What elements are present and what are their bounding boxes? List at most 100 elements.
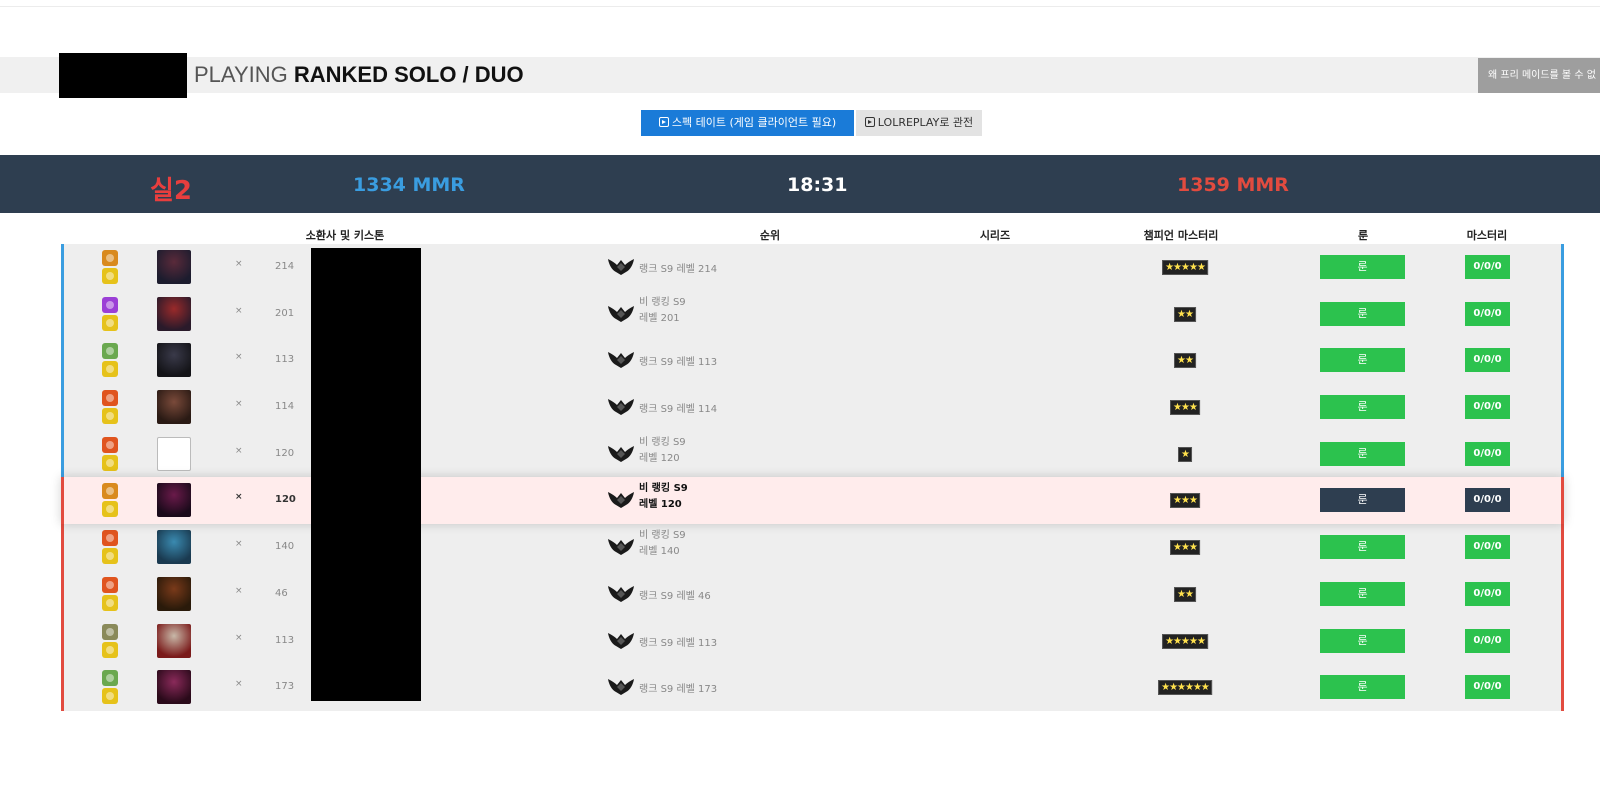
rank-info: 비 랭킹 S9 레벨 201 [639,295,686,327]
runes-button[interactable]: 룬 [1320,395,1405,420]
summoner-level: 113 [275,354,295,366]
runes-button[interactable]: 룬 [1320,441,1405,466]
masteries-button[interactable]: 0/0/0 [1465,675,1510,700]
top-divider [0,6,1600,7]
summoner-spells [102,390,118,426]
column-header-masteries: 마스터리 [1466,229,1508,242]
rank-info: 랭크 S9 레벨 113 [639,355,717,371]
column-header-champion-mastery: 챔피언 마스터리 [1143,229,1219,242]
champion-mastery-stars: ★★ [1174,586,1196,602]
rank-line-2: 레벨 120 [639,452,680,464]
keystone-placeholder-icon: × [235,679,243,690]
keystone-placeholder-icon: × [235,305,243,316]
masteries-button[interactable]: 0/0/0 [1465,488,1510,513]
runes-button[interactable]: 룬 [1320,675,1405,700]
summoner-spells [102,670,118,706]
masteries-button[interactable]: 0/0/0 [1465,255,1510,279]
summoner-spell-2-icon [102,594,118,611]
summoner-spells [102,250,118,286]
champion-mastery-stars: ★★ [1174,353,1196,369]
champion-portrait[interactable] [157,343,191,378]
summoner-spells [102,296,118,333]
rank-info: 랭크 S9 레벨 114 [639,402,717,418]
masteries-button[interactable]: 0/0/0 [1465,581,1510,606]
summoner-spell-2-icon [102,688,118,705]
unranked-emblem-icon [607,676,635,696]
summoner-level: 113 [275,634,295,646]
redacted-summoner-name [59,53,187,98]
rank-line-1: 비 랭킹 S9 [639,296,686,308]
unranked-emblem-icon [607,303,635,323]
rank-info: 비 랭킹 S9 레벨 120 [639,481,688,513]
unranked-emblem-icon [607,256,635,276]
summoner-spell-1-icon [102,250,118,266]
unranked-emblem-icon [607,583,635,603]
masteries-button[interactable]: 0/0/0 [1465,535,1510,560]
masteries-button[interactable]: 0/0/0 [1465,628,1510,653]
player-row: × 140 비 랭킹 S9 레벨 140 ★★★ 룬 0/0/0 [61,524,1564,571]
rank-line-2: 레벨 201 [639,312,680,324]
redacted-player-names [311,248,421,701]
summoner-level: 140 [275,541,295,553]
masteries-button[interactable]: 0/0/0 [1465,395,1510,420]
keystone-placeholder-icon: × [235,492,243,503]
rank-info: 비 랭킹 S9 레벨 140 [639,528,686,560]
summoner-spell-2-icon [102,501,118,518]
player-row: × 201 비 랭킹 S9 레벨 201 ★★ 룬 0/0/0 [61,290,1564,338]
column-header-runes: 룬 [1357,229,1369,242]
summoner-level: 173 [275,681,295,693]
player-row: × 173 랭크 S9 레벨 173 ★★★★★★ 룬 0/0/0 [61,664,1564,711]
unranked-emblem-icon [607,489,635,509]
runes-button[interactable]: 룬 [1320,535,1405,560]
champion-portrait[interactable] [157,576,191,611]
champion-portrait[interactable] [157,623,191,658]
keystone-placeholder-icon: × [235,585,243,596]
unranked-emblem-icon [607,536,635,556]
masteries-button[interactable]: 0/0/0 [1465,441,1510,466]
masteries-button[interactable]: 0/0/0 [1465,301,1510,326]
player-row: × 113 랭크 S9 레벨 113 ★★ 룬 0/0/0 [61,337,1564,385]
champion-portrait[interactable] [157,436,191,471]
lolreplay-button[interactable]: LOLREPLAY로 관전 [856,110,982,136]
play-icon [658,117,669,127]
rank-line-1: 랭크 S9 레벨 113 [639,637,718,649]
player-row: × 214 랭크 S9 레벨 214 ★★★★★ 룬 0/0/0 [61,244,1564,291]
player-row: × 46 랭크 S9 레벨 46 ★★ 룬 0/0/0 [61,570,1564,618]
champion-mastery-stars: ★★ [1174,306,1196,322]
runes-button[interactable]: 룬 [1320,348,1405,373]
champion-portrait[interactable] [157,530,191,565]
column-header-summoner: 소환사 및 키스톤 [305,229,385,242]
summoner-level: 46 [275,587,288,599]
rank-info: 랭크 S9 레벨 173 [639,682,717,698]
keystone-placeholder-icon: × [235,632,243,643]
champion-portrait[interactable] [157,670,191,705]
rank-info: 랭크 S9 레벨 46 [639,589,711,605]
champion-portrait[interactable] [157,250,191,284]
runes-button[interactable]: 룬 [1320,255,1405,279]
players-table: × 214 랭크 S9 레벨 214 ★★★★★ 룬 0/0/0 × 201 비 랭킹 S9 레벨… [61,244,1564,711]
runes-button[interactable]: 룬 [1320,301,1405,326]
keystone-placeholder-icon: × [235,539,243,550]
champion-portrait[interactable] [157,296,191,331]
summoner-level: 114 [275,401,295,413]
keystone-placeholder-icon: × [235,352,243,363]
title-queue-mode: RANKED SOLO / DUO [293,62,524,87]
rank-info: 랭크 S9 레벨 113 [639,636,717,652]
game-timer: 18:31 [787,174,848,196]
runes-button[interactable]: 룬 [1320,581,1405,606]
page-title: PLAYING RANKED SOLO / DUO [194,62,524,88]
spectate-button[interactable]: 스펙 테이트 (게임 클라이언트 필요) [641,110,854,136]
keystone-placeholder-icon: × [235,259,243,269]
player-row: × 120 비 랭킹 S9 레벨 120 ★ 룬 0/0/0 [61,430,1564,478]
runes-button[interactable]: 룬 [1320,628,1405,653]
masteries-button[interactable]: 0/0/0 [1465,348,1510,373]
average-tier: 실2 [150,176,193,206]
runes-button[interactable]: 룬 [1320,488,1405,513]
champion-mastery-stars: ★★★★★ [1162,260,1208,275]
summoner-spells [102,436,118,473]
why-no-premade-button[interactable]: 왜 프리 메이드를 볼 수 없 [1478,58,1600,93]
champion-portrait[interactable] [157,390,191,425]
champion-portrait[interactable] [157,483,191,518]
summoner-level: 120 [275,447,295,459]
summoner-spell-2-icon [102,408,118,425]
